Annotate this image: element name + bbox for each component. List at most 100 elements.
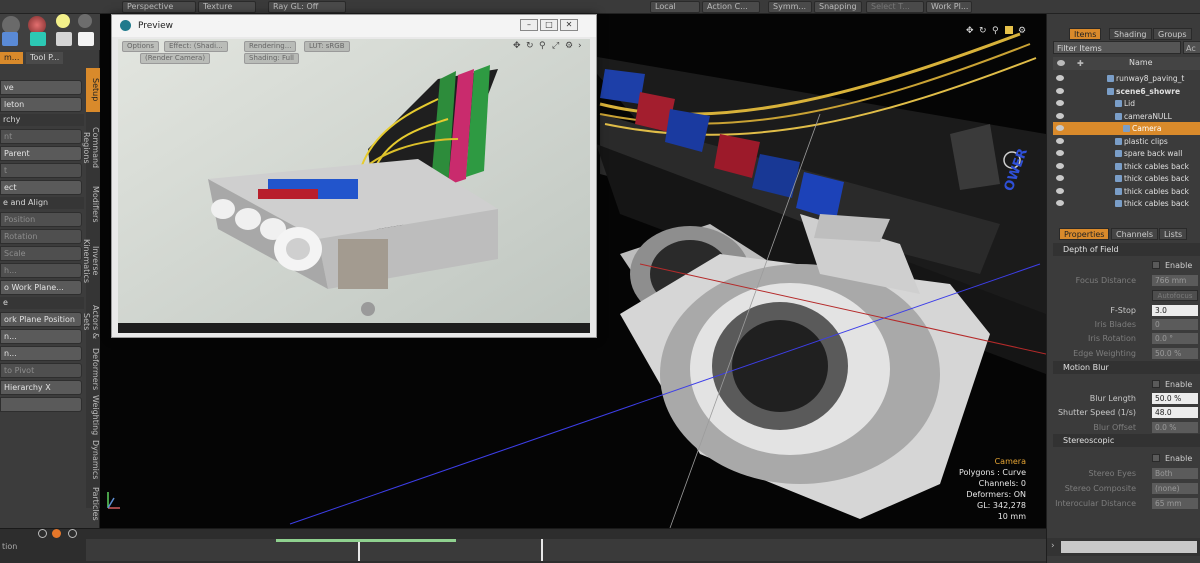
- setup-button[interactable]: Position: [0, 212, 82, 227]
- preview-refresh-icon[interactable]: ↻: [526, 41, 534, 51]
- tab-lists[interactable]: Lists: [1159, 228, 1188, 240]
- current-frame-marker[interactable]: [541, 539, 543, 561]
- setup-button[interactable]: Scale: [0, 246, 82, 261]
- visibility-eye-icon[interactable]: [1056, 150, 1064, 156]
- setup-button[interactable]: Parent: [0, 146, 82, 161]
- dof-enable-checkbox[interactable]: [1152, 261, 1160, 269]
- setup-button[interactable]: Rotation: [0, 229, 82, 244]
- viewport-settings-icon[interactable]: ⚙: [1018, 26, 1026, 36]
- interocular-field[interactable]: 65 mm: [1152, 498, 1198, 509]
- vtab-weighting[interactable]: Weighting: [86, 392, 100, 438]
- shutter-speed-field[interactable]: 48.0: [1152, 407, 1198, 418]
- preview-arrow-icon[interactable]: ›: [578, 41, 582, 51]
- setup-button[interactable]: nt: [0, 129, 82, 144]
- vtab-dynamics[interactable]: Dynamics: [86, 438, 100, 482]
- list-item[interactable]: plastic clips: [1053, 135, 1200, 148]
- visibility-eye-icon[interactable]: [1056, 87, 1064, 94]
- pivot-tool-icon[interactable]: [56, 32, 72, 46]
- shading-button[interactable]: Shading: Full: [244, 53, 299, 64]
- visibility-eye-icon[interactable]: [1056, 162, 1064, 169]
- visibility-eye-icon[interactable]: [1056, 187, 1064, 194]
- tab-modeling[interactable]: m...: [0, 52, 24, 64]
- motion-blur-header[interactable]: Motion Blur: [1053, 361, 1200, 374]
- blur-offset-field[interactable]: 0.0 %: [1152, 422, 1198, 433]
- rotate-view-icon[interactable]: ↻: [979, 26, 987, 36]
- list-item[interactable]: Camera: [1053, 122, 1200, 135]
- loop-icon[interactable]: [68, 529, 77, 538]
- symmetry-button[interactable]: Symm...: [768, 1, 812, 13]
- setup-button[interactable]: ve: [0, 80, 82, 95]
- setup-button[interactable]: t: [0, 163, 82, 178]
- list-item[interactable]: spare back wall: [1053, 147, 1200, 160]
- focus-distance-field[interactable]: 766 mm: [1152, 275, 1198, 286]
- maximize-button[interactable]: □: [540, 19, 558, 31]
- tab-tool-properties[interactable]: Tool P...: [26, 52, 64, 64]
- section-header[interactable]: e and Align: [0, 197, 84, 209]
- setup-button[interactable]: ork Plane Position: [0, 312, 82, 327]
- blur-length-field[interactable]: 50.0 %: [1152, 393, 1198, 404]
- tab-groups[interactable]: Groups: [1153, 28, 1192, 40]
- preview-title-bar[interactable]: Preview – □ ✕: [112, 15, 596, 37]
- visibility-eye-icon[interactable]: [1056, 137, 1064, 144]
- range-start-marker[interactable]: [358, 539, 360, 561]
- list-item[interactable]: runway8_paving_t: [1053, 72, 1200, 85]
- preview-move-icon[interactable]: ✥: [513, 41, 521, 51]
- tab-shading[interactable]: Shading: [1109, 28, 1152, 40]
- list-item[interactable]: scene6_showre: [1053, 85, 1200, 98]
- dof-header[interactable]: Depth of Field: [1053, 243, 1200, 256]
- visibility-eye-icon[interactable]: [1056, 175, 1064, 181]
- setup-button[interactable]: n...: [0, 329, 82, 344]
- vtab-command-regions[interactable]: Command Regions: [82, 112, 100, 184]
- tab-channels[interactable]: Channels: [1111, 228, 1159, 240]
- setup-button[interactable]: Hierarchy X: [0, 380, 82, 395]
- vtab-deformers[interactable]: Deformers: [86, 346, 100, 392]
- section-header[interactable]: e: [0, 297, 84, 309]
- action-center-button[interactable]: Action C...: [702, 1, 760, 13]
- options-button[interactable]: Options: [122, 41, 160, 52]
- autofocus-button[interactable]: Autofocus: [1152, 290, 1198, 301]
- fstop-field[interactable]: 3.0: [1152, 305, 1198, 316]
- list-item[interactable]: cameraNULL: [1053, 110, 1200, 123]
- preview-window[interactable]: Preview – □ ✕ Options Effect: (Shadi... …: [111, 14, 597, 338]
- iris-rotation-field[interactable]: 0.0 °: [1152, 333, 1198, 344]
- rendering-button[interactable]: Rendering...: [244, 41, 297, 52]
- filter-items-input[interactable]: Filter Items: [1053, 41, 1181, 54]
- iris-blades-field[interactable]: 0: [1152, 319, 1198, 330]
- perspective-button[interactable]: Perspective: [122, 1, 196, 13]
- maximize-view-icon[interactable]: [1005, 26, 1013, 34]
- record-icon[interactable]: [52, 529, 61, 538]
- ray-gl-button[interactable]: Ray GL: Off: [268, 1, 346, 13]
- preview-settings-icon[interactable]: ⚙: [565, 41, 573, 51]
- stereo-composite-select[interactable]: (none): [1152, 483, 1198, 494]
- vtab-modifiers[interactable]: Modifiers: [86, 184, 100, 224]
- visibility-eye-icon[interactable]: [1056, 112, 1064, 119]
- setup-button[interactable]: [0, 397, 82, 412]
- effect-button[interactable]: Effect: (Shadi...: [164, 41, 228, 52]
- setup-button[interactable]: h...: [0, 263, 82, 278]
- vtab-inverse-kinematics[interactable]: Inverse Kinematics: [82, 224, 100, 298]
- scale-tool-icon[interactable]: [30, 32, 46, 46]
- command-input[interactable]: [1061, 541, 1197, 553]
- vtab-particles[interactable]: Particles: [86, 482, 100, 526]
- minimize-button[interactable]: –: [520, 19, 538, 31]
- move-view-icon[interactable]: ✥: [966, 26, 974, 36]
- stereo-eyes-select[interactable]: Both: [1152, 468, 1198, 479]
- add-item-button[interactable]: Ac: [1183, 41, 1200, 54]
- axis-tool-icon[interactable]: [2, 32, 18, 46]
- list-item[interactable]: thick cables back: [1053, 185, 1200, 198]
- list-item[interactable]: thick cables back: [1053, 172, 1200, 185]
- setup-button[interactable]: leton: [0, 97, 82, 112]
- vtab-setup[interactable]: Setup: [86, 68, 100, 112]
- local-button[interactable]: Local: [650, 1, 700, 13]
- visibility-eye-icon[interactable]: [1056, 125, 1064, 131]
- timeline-ruler[interactable]: [86, 539, 1046, 561]
- snap-tool-icon[interactable]: [78, 32, 94, 46]
- list-item[interactable]: Lid: [1053, 97, 1200, 110]
- tab-items[interactable]: Items: [1069, 28, 1102, 40]
- close-button[interactable]: ✕: [560, 19, 578, 31]
- setup-button[interactable]: to Pivot: [0, 363, 82, 378]
- work-plane-button[interactable]: Work Pl...: [926, 1, 972, 13]
- lut-button[interactable]: LUT: sRGB: [304, 41, 350, 52]
- setup-button[interactable]: o Work Plane...: [0, 280, 82, 295]
- vtab-actors-sets[interactable]: Actors & Sets: [82, 298, 100, 346]
